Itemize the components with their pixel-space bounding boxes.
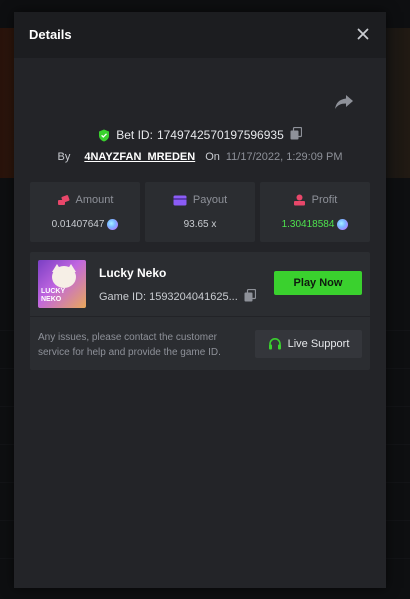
- amount-value-row: 0.01407647: [30, 219, 140, 230]
- share-button[interactable]: [334, 94, 354, 115]
- sol-coin-icon: [107, 219, 119, 230]
- thumbnail-cat-face: [52, 266, 76, 288]
- bet-id-label: Bet ID:: [116, 128, 153, 142]
- bet-summary: Bet ID: 1749742570197596935 By 4NAYZFAN_…: [14, 58, 386, 182]
- close-icon: [357, 28, 369, 40]
- bet-id-row: Bet ID: 1749742570197596935: [14, 126, 386, 143]
- amount-value: 0.01407647: [51, 219, 105, 230]
- bet-stats: Amount 0.01407647 Payout 93.65 x Profit …: [30, 182, 370, 242]
- wallet-icon: [173, 195, 187, 205]
- coins-icon: [57, 195, 70, 205]
- bet-id-value: 1749742570197596935: [156, 128, 284, 142]
- close-button[interactable]: [354, 25, 372, 43]
- thumbnail-logo-line1: LUCKY: [41, 288, 66, 295]
- modal-title: Details: [29, 27, 72, 42]
- support-help-text: Any issues, please contact the customer …: [38, 332, 221, 358]
- payout-label: Payout: [192, 194, 228, 206]
- live-support-button[interactable]: Live Support: [255, 330, 362, 358]
- amount-stat-header: Amount: [30, 194, 140, 206]
- game-id-row: Game ID: 1593204041625...: [99, 288, 256, 305]
- sol-coin-icon: [337, 219, 349, 230]
- verified-shield-icon: [99, 129, 110, 141]
- payout-stat: Payout 93.65 x: [145, 182, 255, 242]
- game-name: Lucky Neko: [99, 266, 167, 280]
- payout-stat-header: Payout: [145, 194, 255, 206]
- payout-value-row: 93.65 x: [145, 219, 255, 230]
- profit-value: 1.30418584: [281, 219, 335, 230]
- thumbnail-logo-line2: NEKO: [41, 296, 62, 303]
- copy-bet-id-button[interactable]: [290, 126, 302, 143]
- username-link[interactable]: 4NAYZFAN_MREDEN: [84, 151, 195, 163]
- game-id-value: 1593204041625...: [149, 291, 238, 303]
- game-card-divider: [30, 316, 370, 317]
- game-card: LUCKY NEKO Lucky Neko Game ID: 159320404…: [30, 252, 370, 370]
- payout-value: 93.65 x: [183, 219, 217, 230]
- by-label: By: [57, 151, 71, 163]
- amount-stat: Amount 0.01407647: [30, 182, 140, 242]
- profit-value-row: 1.30418584: [260, 219, 370, 230]
- game-id-label: Game ID:: [99, 291, 147, 303]
- copy-icon: [244, 288, 256, 302]
- bet-datetime: 11/17/2022, 1:29:09 PM: [225, 151, 343, 163]
- live-support-label: Live Support: [287, 338, 350, 350]
- profit-label: Profit: [311, 194, 338, 206]
- thumbnail-logo: LUCKY NEKO: [41, 288, 65, 304]
- game-thumbnail[interactable]: LUCKY NEKO: [38, 260, 86, 308]
- profit-icon: [293, 194, 305, 206]
- bet-meta-row: By 4NAYZFAN_MREDEN On 11/17/2022, 1:29:0…: [14, 151, 386, 163]
- play-now-button[interactable]: Play Now: [274, 271, 362, 295]
- modal-header: Details: [14, 12, 386, 58]
- profit-stat-header: Profit: [260, 194, 370, 206]
- headset-icon: [268, 337, 281, 350]
- profit-stat: Profit 1.30418584: [260, 182, 370, 242]
- on-label: On: [205, 151, 220, 163]
- amount-label: Amount: [75, 194, 114, 206]
- share-icon: [335, 95, 353, 109]
- copy-icon: [290, 126, 302, 140]
- copy-game-id-button[interactable]: [244, 288, 256, 305]
- bet-details-modal: Details Bet ID: 1749742570197596935 By 4…: [14, 12, 386, 588]
